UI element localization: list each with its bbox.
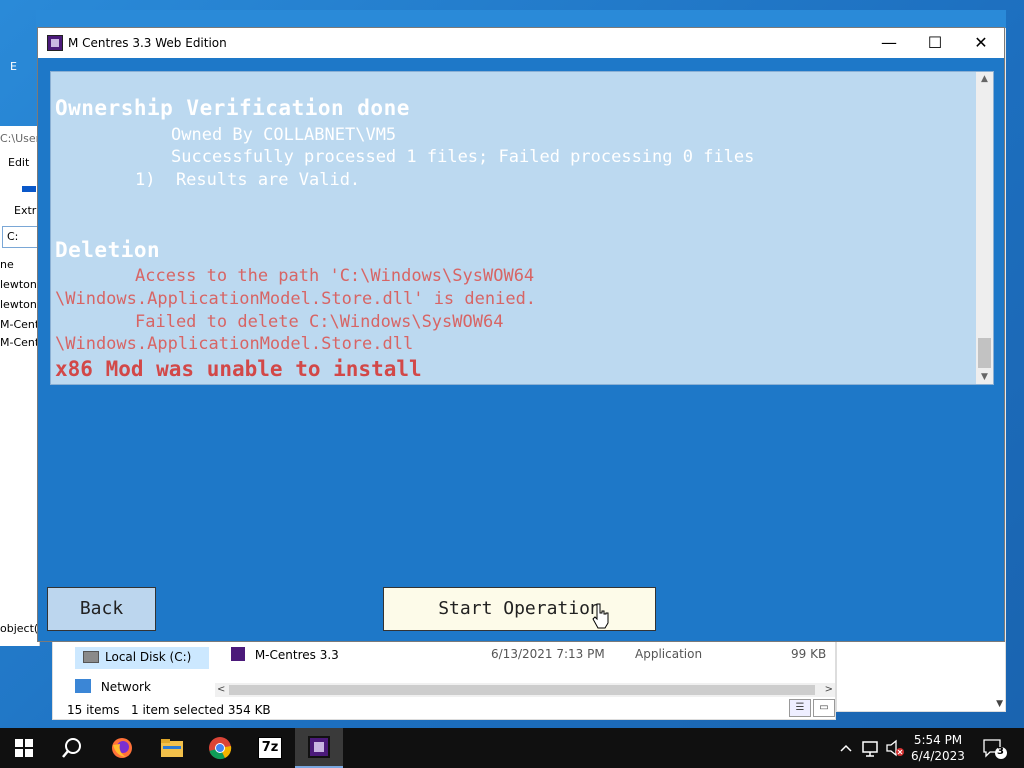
- horizontal-scroll-thumb[interactable]: [229, 685, 815, 695]
- background-path-box[interactable]: C:: [2, 226, 40, 248]
- title-bar[interactable]: M Centres 3.3 Web Edition — ☐ ✕: [38, 28, 1004, 58]
- search-icon: [62, 738, 81, 758]
- firefox-icon: [112, 738, 132, 758]
- tray-chevron-icon[interactable]: [838, 728, 854, 768]
- minimize-button[interactable]: —: [866, 28, 912, 58]
- status-selection: 1 item selected 354 KB: [131, 703, 271, 717]
- details-view-icon[interactable]: ☰: [789, 699, 811, 717]
- drive-icon: [83, 651, 99, 663]
- background-list-item[interactable]: lewtons: [0, 298, 40, 311]
- file-type: Application: [635, 647, 703, 661]
- start-operation-button[interactable]: Start Operation: [383, 587, 656, 631]
- nav-item-local-disk[interactable]: Local Disk (C:): [75, 647, 209, 669]
- windows-logo-icon: [15, 739, 33, 757]
- owned-by-text: Owned By COLLABNET\VM5: [171, 125, 397, 145]
- scroll-left-icon[interactable]: <: [217, 683, 225, 697]
- background-window-strip: [36, 10, 1006, 28]
- chrome-icon: [209, 737, 232, 760]
- background-status-text: object(s: [0, 622, 40, 635]
- failed-delete-line-2: \Windows.ApplicationModel.Store.dll: [55, 334, 414, 354]
- notification-count: 3: [997, 746, 1004, 757]
- taskbar-file-explorer[interactable]: [148, 728, 196, 768]
- taskbar-chrome[interactable]: [196, 728, 244, 768]
- background-list-item[interactable]: M-Centr: [0, 318, 40, 331]
- access-denied-line-2: \Windows.ApplicationModel.Store.dll' is …: [55, 289, 537, 309]
- maximize-button[interactable]: ☐: [912, 28, 958, 58]
- 7zip-icon-label: 7z: [261, 740, 279, 755]
- background-window-right: ▼: [836, 640, 1006, 712]
- desktop-icon-letter: E: [10, 60, 17, 73]
- log-output-panel[interactable]: Ownership Verification done Owned By COL…: [50, 71, 994, 385]
- folder-icon: [161, 739, 183, 757]
- clock-time: 5:54 PM: [913, 733, 963, 747]
- file-size: 99 KB: [791, 647, 827, 661]
- network-tray-icon[interactable]: [860, 728, 882, 768]
- background-explorer-window: C:\User Edit Extr C: ne lewtons lewtons …: [0, 126, 40, 646]
- large-icons-view-icon[interactable]: ▭: [813, 699, 835, 717]
- status-bar: 15 items 1 item selected 354 KB: [53, 701, 837, 721]
- log-vertical-scrollbar[interactable]: ▲ ▼: [976, 72, 993, 384]
- background-list-item[interactable]: ne: [0, 258, 40, 271]
- background-address-text: C:\User: [0, 132, 40, 145]
- taskbar-7zip[interactable]: 7z: [246, 728, 294, 768]
- status-item-count: 15 items: [67, 703, 120, 717]
- app-icon: [47, 35, 63, 51]
- background-list-item[interactable]: lewtons: [0, 278, 40, 291]
- volume-muted-icon[interactable]: [884, 728, 906, 768]
- notifications-button[interactable]: 3: [980, 728, 1008, 768]
- failed-delete-line-1: Failed to delete C:\Windows\SysWOW64: [135, 312, 504, 332]
- back-button[interactable]: Back: [47, 587, 156, 631]
- taskbar: 7z 5:54 PM 6/4/2023 3: [0, 728, 1024, 768]
- taskbar-m-centres[interactable]: [295, 728, 343, 768]
- m-centres-icon: [308, 736, 330, 758]
- file-name: M-Centres 3.3: [254, 648, 339, 662]
- background-ribbon-mark: [22, 186, 36, 192]
- background-path-text: C:: [7, 230, 19, 243]
- start-button[interactable]: [0, 728, 48, 768]
- deletion-heading: Deletion: [55, 238, 161, 262]
- scroll-down-icon[interactable]: ▼: [996, 699, 1003, 709]
- scroll-right-icon[interactable]: >: [825, 683, 833, 697]
- hand-cursor-icon: [592, 603, 609, 629]
- window-title: M Centres 3.3 Web Edition: [68, 36, 227, 50]
- horizontal-scrollbar[interactable]: < >: [215, 683, 835, 697]
- search-button[interactable]: [48, 728, 96, 768]
- ownership-heading: Ownership Verification done: [55, 96, 410, 120]
- nav-item-network[interactable]: Network: [75, 679, 151, 694]
- background-list-item[interactable]: M-Centr: [0, 336, 40, 349]
- log-scroll-thumb[interactable]: [978, 338, 991, 368]
- taskbar-firefox[interactable]: [98, 728, 146, 768]
- nav-item-label: Network: [100, 680, 151, 694]
- nav-item-label: Local Disk (C:): [105, 650, 192, 664]
- file-row-name[interactable]: M-Centres 3.3: [231, 647, 339, 662]
- scroll-down-icon[interactable]: ▼: [976, 372, 993, 382]
- file-date: 6/13/2021 7:13 PM: [491, 647, 605, 661]
- file-explorer-window: Local Disk (C:) Network M-Centres 3.3 6/…: [52, 640, 836, 720]
- close-button[interactable]: ✕: [958, 28, 1004, 58]
- error-message: x86 Mod was unable to install: [55, 357, 422, 381]
- clock-date: 6/4/2023: [911, 749, 965, 763]
- network-icon: [75, 679, 91, 693]
- results-text: 1) Results are Valid.: [135, 170, 361, 190]
- scroll-up-icon[interactable]: ▲: [976, 74, 993, 84]
- processed-text: Successfully processed 1 files; Failed p…: [171, 147, 755, 167]
- 7zip-icon: 7z: [258, 737, 282, 759]
- desktop-icon-label: E: [6, 36, 36, 76]
- system-clock[interactable]: 5:54 PM 6/4/2023: [906, 732, 970, 764]
- access-denied-line-1: Access to the path 'C:\Windows\SysWOW64: [135, 266, 535, 286]
- m-centres-dialog: M Centres 3.3 Web Edition — ☐ ✕ Ownershi…: [37, 27, 1005, 642]
- app-icon: [231, 647, 245, 661]
